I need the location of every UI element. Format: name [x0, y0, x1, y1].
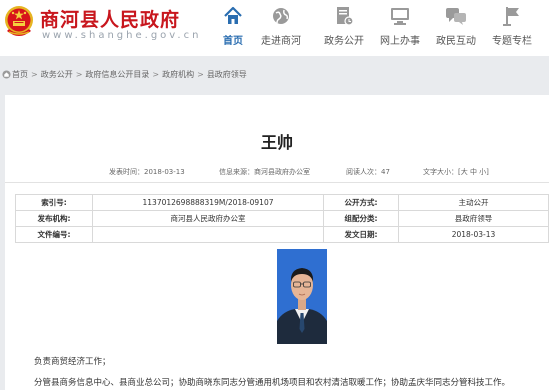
breadcrumb-separator: > [31, 70, 38, 79]
publish-time: 发表时间：2018-03-13 [109, 168, 185, 176]
nav-online-service[interactable]: 网上办事 [372, 3, 428, 49]
content-paragraph: 分管县商务信息中心、县商业总公司；协助商晓东同志分管通用机场项目和农村清洁取暖工… [34, 378, 511, 388]
nav-special-topics-label: 专题专栏 [492, 36, 532, 47]
disclosure-value: 主动公开 [398, 194, 549, 211]
monitor-icon [391, 8, 409, 25]
nav-interaction[interactable]: 政民互动 [428, 3, 484, 49]
info-table: 索引号: 1137012698888319M/2018-09107 公开方式: … [15, 194, 549, 243]
date-value: 2018-03-13 [398, 226, 549, 243]
table-row: 索引号: 1137012698888319M/2018-09107 公开方式: … [15, 194, 549, 211]
content-paragraph: 负责商贸经济工作； [34, 357, 111, 367]
globe-icon [273, 8, 289, 24]
site-header: 商河县人民政府 www.shanghe.gov.cn 首页 走进商河 政务公开 [0, 0, 549, 56]
nav-online-service-label: 网上办事 [380, 36, 420, 47]
category-label: 组配分类: [323, 210, 399, 227]
breadcrumb-separator: > [197, 70, 204, 79]
index-value: 1137012698888319M/2018-09107 [92, 194, 324, 211]
font-size-options[interactable]: [大 中 小] [458, 168, 489, 176]
flag-icon [503, 7, 519, 26]
document-icon [337, 7, 354, 26]
national-emblem-logo[interactable] [4, 5, 34, 39]
breadcrumb-home[interactable]: 首页 [12, 69, 28, 80]
breadcrumb-home-icon [2, 70, 11, 79]
chat-icon [446, 8, 466, 25]
breadcrumb-separator: > [75, 70, 83, 79]
home-icon [224, 6, 242, 24]
date-label: 发文日期: [323, 226, 399, 243]
site-domain: www.shanghe.gov.cn [42, 30, 202, 41]
breadcrumb-separator: > [152, 70, 160, 79]
issuer-value: 商河县人民政府办公室 [92, 210, 324, 227]
breadcrumb-county-leaders[interactable]: 县政府领导 [207, 69, 247, 80]
breadcrumb-info-catalog[interactable]: 政府信息公开目录 [85, 69, 149, 80]
doc-number-value [92, 226, 324, 243]
site-title[interactable]: 商河县人民政府 [40, 5, 180, 32]
nav-about-label: 走进商河 [261, 36, 301, 47]
table-row: 发布机构: 商河县人民政府办公室 组配分类: 县政府领导 [15, 210, 549, 227]
breadcrumb: 首页 > 政务公开 > 政府信息公开目录 > 政府机构 > 县政府领导 [2, 69, 247, 80]
doc-number-label: 文件编号: [15, 226, 93, 243]
article-panel: 王帅 发表时间：2018-03-13 信息来源：商河县政府办公室 阅读人次：47… [5, 95, 549, 390]
font-size-label: 文字大小： [423, 168, 458, 176]
article-title: 王帅 [260, 133, 293, 152]
nav-special-topics[interactable]: 专题专栏 [484, 3, 540, 49]
official-portrait [277, 249, 327, 344]
nav-about-shanghe[interactable]: 走进商河 [253, 3, 309, 49]
nav-interaction-label: 政民互动 [436, 36, 476, 47]
nav-gov-affairs[interactable]: 政务公开 [316, 3, 372, 49]
breadcrumb-gov-agencies[interactable]: 政府机构 [162, 69, 194, 80]
index-label: 索引号: [15, 194, 93, 211]
disclosure-label: 公开方式: [323, 194, 399, 211]
nav-gov-affairs-label: 政务公开 [324, 36, 364, 47]
issuer-label: 发布机构: [15, 210, 93, 227]
table-row: 文件编号: 发文日期: 2018-03-13 [15, 226, 549, 243]
category-value: 县政府领导 [398, 210, 549, 227]
breadcrumb-gov-affairs[interactable]: 政务公开 [41, 69, 73, 80]
view-count: 阅读人次：47 [346, 168, 390, 176]
info-source: 信息来源：商河县政府办公室 [219, 168, 310, 176]
meta-divider [5, 182, 549, 183]
font-size-control: 文字大小：[大 中 小] [423, 167, 489, 177]
